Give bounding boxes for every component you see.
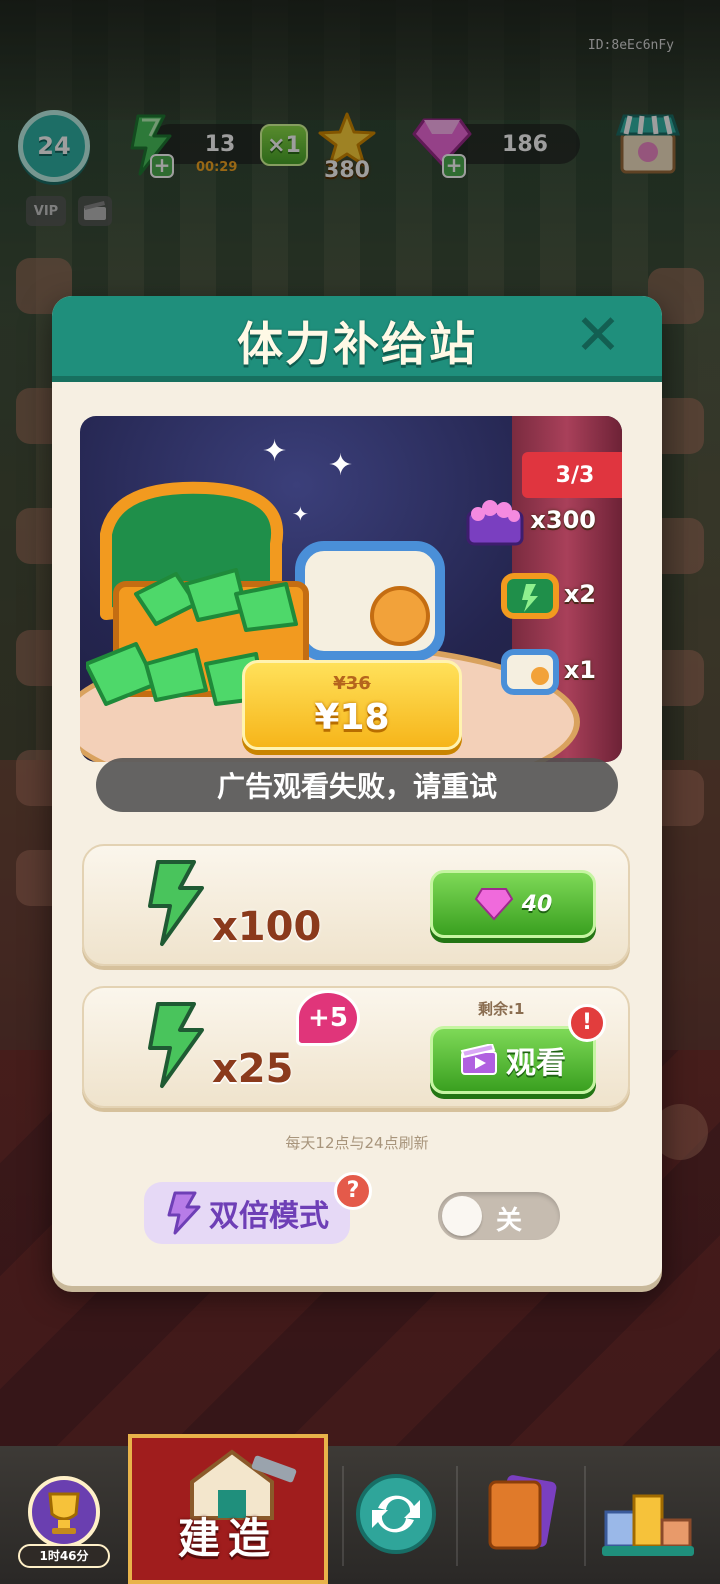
energy-offer-gems: x100 40	[82, 844, 630, 966]
energy-qty: x25	[212, 1046, 294, 1092]
nav-leaderboard[interactable]	[598, 1446, 702, 1584]
watch-ad-button[interactable]: 观看	[430, 1026, 596, 1094]
build-label: 建造	[177, 1514, 278, 1563]
buy-with-gems-button[interactable]: 40	[430, 870, 596, 938]
close-icon[interactable]: ✕	[574, 308, 622, 364]
double-mode-label: 双倍模式	[209, 1199, 329, 1234]
energy-bolt-icon	[148, 860, 204, 946]
reward-gems-qty: x300	[530, 506, 596, 534]
toggle-state: 关	[496, 1206, 523, 1236]
gem-chest-icon	[466, 500, 524, 546]
trophy-icon	[28, 1476, 100, 1548]
divider	[342, 1466, 344, 1566]
dialog-header: 体力补给站 ✕	[52, 296, 662, 382]
offer-banner[interactable]: ✦ ✦ ✦ 3/3 x300 x2 x1 ¥36 ¥18	[80, 416, 622, 762]
nav-build[interactable]: 建造	[128, 1434, 328, 1584]
nav-swap[interactable]	[346, 1446, 446, 1584]
dialog-title: 体力补给站	[237, 317, 477, 371]
energy-offer-ad: x25 +5 剩余:1 观看 !	[82, 986, 630, 1108]
energy-supply-dialog: 体力补给站 ✕ ✦ ✦ ✦ 3/3 x300 x2 x1 ¥36 ¥18 广告观…	[52, 296, 662, 1286]
nav-trophy[interactable]: 1时46分	[14, 1446, 114, 1584]
sparkle-icon: ✦	[262, 434, 288, 469]
help-icon[interactable]: ?	[334, 1172, 372, 1210]
double-mode-button[interactable]: 双倍模式	[144, 1182, 350, 1244]
green-chest-icon	[500, 573, 559, 619]
trophy-timer: 1时46分	[18, 1544, 110, 1568]
reward-gems: x300	[464, 492, 596, 548]
toggle-knob	[442, 1196, 482, 1236]
divider	[456, 1466, 458, 1566]
gem-cost: 40	[521, 891, 553, 917]
refresh-note: 每天12点与24点刷新	[285, 1134, 429, 1152]
watch-ad-label: 观看	[506, 1046, 566, 1081]
nav-cards[interactable]	[470, 1446, 570, 1584]
blue-chest-icon	[500, 649, 559, 695]
podium-icon	[602, 1494, 694, 1556]
gem-icon	[474, 888, 513, 921]
reward-box-chests: x1	[500, 644, 596, 696]
sale-price: ¥18	[314, 697, 390, 738]
video-icon	[460, 1044, 497, 1075]
reward-box-chests-qty: x1	[563, 656, 596, 684]
purple-bolt-icon	[167, 1191, 201, 1235]
bottom-nav: 1时46分 建造	[0, 1434, 720, 1584]
cards-icon	[488, 1475, 557, 1550]
ad-failed-toast: 广告观看失败，请重试	[96, 758, 618, 812]
double-mode-toggle[interactable]: 关	[438, 1192, 560, 1240]
reward-energy-chests: x2	[500, 568, 596, 620]
swap-icon	[356, 1474, 436, 1554]
buy-bundle-button[interactable]: ¥36 ¥18	[242, 660, 462, 750]
energy-qty: x100	[212, 904, 322, 950]
reward-energy-chests-qty: x2	[563, 580, 596, 608]
alert-icon: !	[568, 1004, 606, 1042]
bonus-badge: +5	[296, 990, 360, 1046]
energy-bolt-icon	[148, 1002, 204, 1088]
divider	[584, 1466, 586, 1566]
remaining-count: 剩余:1	[478, 1000, 525, 1018]
original-price: ¥36	[333, 673, 371, 694]
